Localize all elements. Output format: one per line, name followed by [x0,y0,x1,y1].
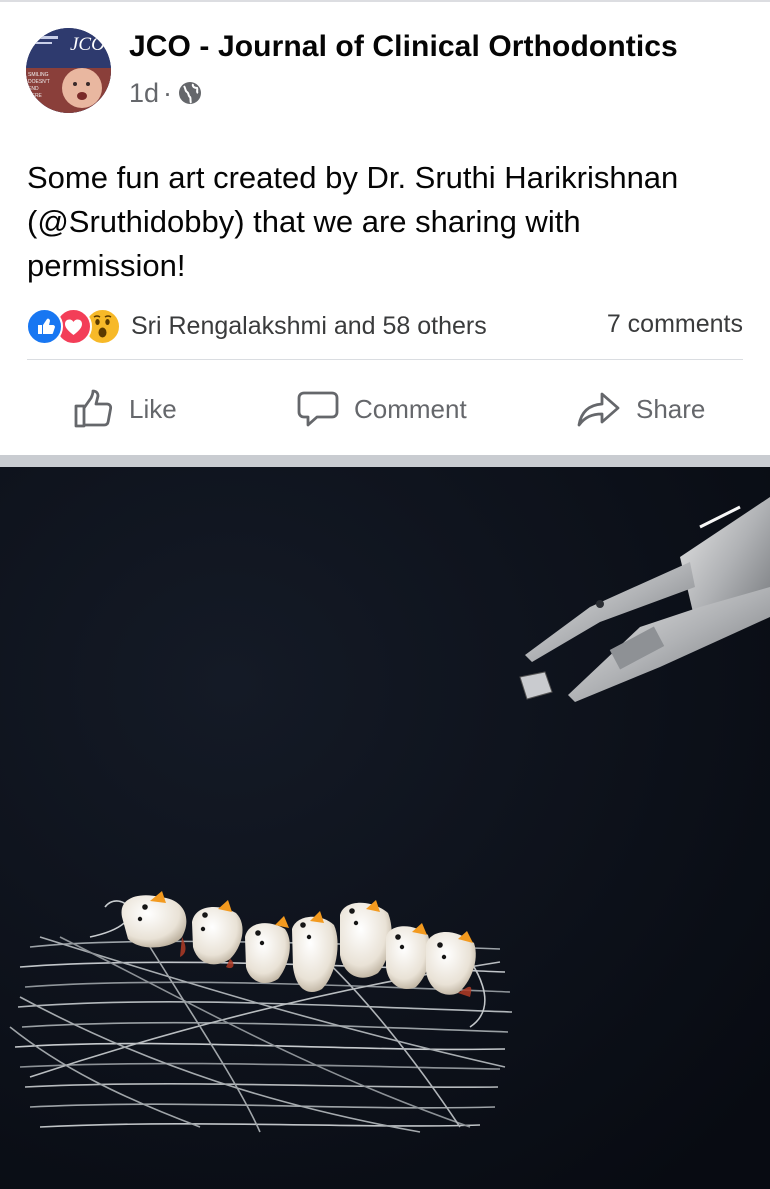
globe-icon [179,82,202,104]
post-meta: 1d · [129,76,202,110]
comment-button[interactable]: Comment [296,386,467,432]
like-button[interactable]: Like [73,386,177,432]
avatar-cover-line-2: DOESN'T [28,79,50,85]
top-divider [0,0,770,2]
post-text-line-1: Some fun art created by Dr. Sruthi Harik… [27,160,679,195]
avatar-cover-line-3: END [28,86,39,92]
comment-icon [297,391,339,427]
share-button[interactable]: Share [576,386,705,432]
post-time[interactable]: 1d [129,78,159,109]
post-text-line-2: (@Sruthidobby) that we are sharing with [27,204,581,239]
page-name[interactable]: JCO - Journal of Clinical Orthodontics [129,30,678,64]
share-label: Share [636,393,706,424]
post-text-line-3: permission! [27,248,186,283]
post-photo[interactable] [0,467,770,1189]
thumbs-up-icon [74,389,113,428]
reactions-summary[interactable]: Sri Rengalakshmi and 58 others [26,307,487,345]
reactors-text[interactable]: Sri Rengalakshmi and 58 others [131,312,487,341]
page-avatar[interactable]: SMILING DOESN'T END HERE JCO [26,28,111,113]
avatar-logo-text: JCO [70,34,105,55]
share-arrow-icon [577,392,620,427]
like-icon [26,307,63,345]
comments-count[interactable]: 7 comments [607,310,743,339]
post-text: Some fun art created by Dr. Sruthi Harik… [27,156,752,288]
avatar-cover-line-4: HERE [28,93,43,99]
avatar-cover-line-1: SMILING [28,72,49,78]
photo-separator [0,455,770,467]
meta-separator: · [163,77,173,108]
like-label: Like [129,393,177,424]
actions-divider [27,359,743,360]
comment-label: Comment [354,393,467,424]
